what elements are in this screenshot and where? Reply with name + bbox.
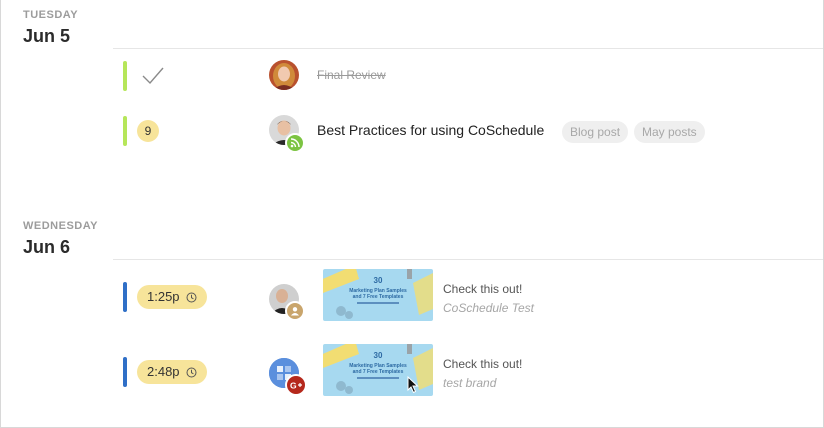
checkmark-icon[interactable]: [141, 64, 165, 91]
social-profile-name: test brand: [443, 376, 497, 390]
item-title[interactable]: Check this out!: [443, 282, 522, 296]
task-count-badge[interactable]: 9: [137, 120, 159, 142]
svg-text:and 7 Free Templates: and 7 Free Templates: [353, 369, 404, 375]
day-date: Jun 6: [23, 237, 71, 257]
avatar: [269, 60, 299, 90]
svg-text:30: 30: [374, 351, 383, 360]
clock-icon: [186, 292, 197, 303]
time-badge[interactable]: 2:48p: [137, 360, 207, 384]
calendar-item-final-review[interactable]: Final Review: [113, 56, 823, 96]
status-color-bar: [123, 357, 127, 387]
post-thumbnail-image[interactable]: 30 Marketing Plan Samples and 7 Free Tem…: [323, 269, 433, 321]
tag-may-posts[interactable]: May posts: [634, 121, 705, 143]
day-divider: [113, 48, 823, 49]
status-color-bar: [123, 116, 127, 146]
status-color-bar: [123, 282, 127, 312]
clock-icon: [186, 367, 197, 378]
status-color-bar: [123, 61, 127, 91]
svg-text:G: G: [290, 381, 297, 391]
weekday-label: WEDNESDAY: [23, 220, 98, 232]
time-badge[interactable]: 1:25p: [137, 285, 207, 309]
mouse-cursor-icon: [407, 375, 419, 399]
rss-feed-icon: [285, 133, 305, 153]
calendar-item-social-post[interactable]: 1:25p 30 Marketing Plan Samples and 7 Fr…: [113, 269, 823, 321]
calendar-list-view: TUESDAY Jun 5 Final Review 9 Best Practi…: [0, 0, 824, 428]
day-date: Jun 5: [23, 26, 71, 46]
time-label: 1:25p: [147, 289, 180, 304]
google-plus-icon: G: [285, 374, 307, 396]
social-profile-name: CoSchedule Test: [443, 301, 534, 315]
calendar-item-social-post[interactable]: 2:48p G 30 Marketing Plan Samples and 7 …: [113, 344, 823, 396]
svg-text:and 7 Free Templates: and 7 Free Templates: [353, 294, 404, 300]
day-divider: [113, 259, 823, 260]
item-title[interactable]: Check this out!: [443, 357, 522, 371]
item-title[interactable]: Final Review: [317, 68, 386, 82]
tag-blog-post[interactable]: Blog post: [562, 121, 629, 143]
calendar-item-blog-post[interactable]: 9 Best Practices for using CoSchedule Bl…: [113, 111, 823, 153]
time-label: 2:48p: [147, 364, 180, 379]
user-icon: [285, 301, 305, 321]
weekday-label: TUESDAY: [23, 9, 79, 21]
svg-text:30: 30: [374, 276, 383, 285]
item-title[interactable]: Best Practices for using CoSchedule: [317, 122, 544, 138]
